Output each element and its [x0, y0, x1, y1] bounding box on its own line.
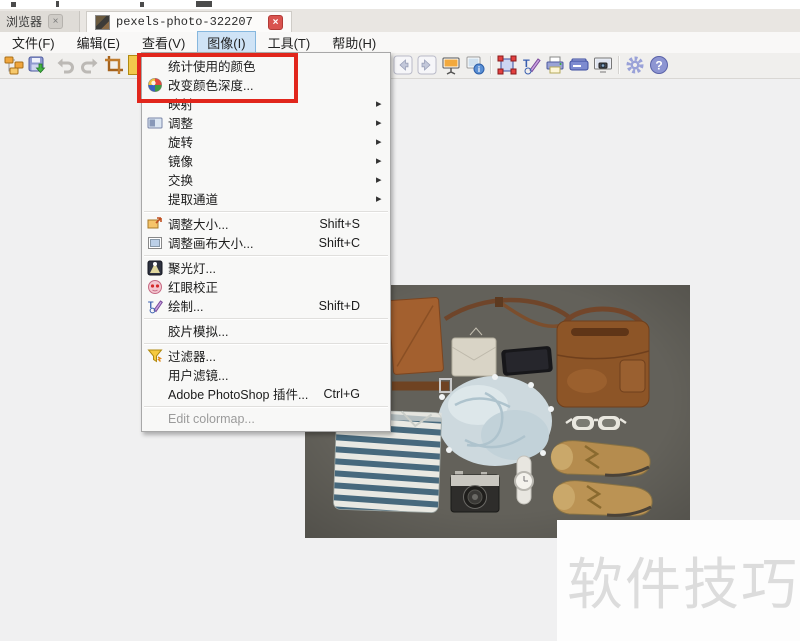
menu-item-adjust[interactable]: 调整 ▸ [142, 113, 390, 132]
menu-item-user-filter[interactable]: 用户滤镜... [142, 365, 390, 384]
close-tab-icon[interactable]: × [48, 14, 63, 29]
submenu-arrow-icon: ▸ [376, 135, 390, 148]
watermark-text: 软件技巧 [567, 540, 799, 621]
menu-item-label: 过滤器... [168, 346, 216, 365]
menu-item-label: 红眼校正 [168, 277, 218, 296]
toolbar-separator [490, 56, 491, 74]
menu-item-paint[interactable]: T绘制... Shift+D [142, 296, 390, 315]
back-icon[interactable] [393, 55, 413, 75]
menu-item-label: 镜像 [168, 151, 193, 170]
menu-item-shortcut: Shift+S [319, 217, 376, 231]
slideshow-icon[interactable] [441, 55, 461, 75]
info-icon[interactable]: i [465, 55, 485, 75]
scanner-icon[interactable] [569, 55, 589, 75]
menu-item-label: 聚光灯... [168, 258, 216, 277]
titlebar-fragment [56, 1, 59, 7]
image-thumbnail-icon [95, 15, 110, 30]
submenu-arrow-icon: ▸ [376, 192, 390, 205]
menu-item-photoshop-plugin[interactable]: Adobe PhotoShop 插件... Ctrl+G [142, 384, 390, 403]
menu-item-canvas-resize[interactable]: 调整画布大小... Shift+C [142, 233, 390, 252]
tab-label: pexels-photo-322207 ... [116, 15, 262, 29]
wrist-watch [515, 456, 533, 504]
help-icon[interactable]: ? [649, 55, 669, 75]
menu-item-label: 调整 [168, 113, 193, 132]
submenu-arrow-icon: ▸ [376, 173, 390, 186]
menu-item-label: 绘制... [168, 296, 203, 315]
redeye-icon [142, 279, 168, 295]
fit-image-icon[interactable] [497, 55, 517, 75]
settings-icon[interactable] [625, 55, 645, 75]
submenu-arrow-icon: ▸ [376, 97, 390, 110]
menubar-item-file[interactable]: 文件(F) [2, 31, 65, 54]
draw-icon[interactable]: T [521, 55, 541, 75]
toolbar: i T? [0, 53, 800, 79]
leather-folder [389, 297, 444, 374]
print-icon[interactable] [545, 55, 565, 75]
undo-icon[interactable] [56, 55, 76, 75]
close-tab-icon[interactable]: × [268, 15, 283, 30]
menu-item-label: 调整画布大小... [168, 233, 253, 252]
menubar-item-edit[interactable]: 编辑(E) [67, 31, 130, 54]
menu-item-resize[interactable]: 调整大小... Shift+S [142, 214, 390, 233]
app-window: 浏览器 × pexels-photo-322207 ... × 文件(F)编辑(… [0, 0, 800, 641]
window-titlebar [0, 0, 800, 9]
highlight-box [137, 53, 298, 103]
menu-item-swap[interactable]: 交换 ▸ [142, 170, 390, 189]
toolbar-separator [618, 56, 619, 74]
vintage-camera [451, 471, 499, 512]
spotlight-icon [142, 260, 168, 276]
menu-item-spotlight[interactable]: 聚光灯... [142, 258, 390, 277]
menu-item-label: Adobe PhotoShop 插件... [168, 384, 308, 403]
menu-item-shortcut: Ctrl+G [324, 387, 376, 401]
svg-text:?: ? [655, 59, 662, 73]
menubar-item-image[interactable]: 图像(I) [197, 31, 255, 54]
tab-browser[interactable]: 浏览器 × [0, 11, 80, 32]
titlebar-fragment [140, 2, 144, 7]
capture-icon[interactable] [593, 55, 613, 75]
titlebar-fragment [11, 2, 16, 7]
browse-icon[interactable] [4, 55, 24, 75]
redo-icon[interactable] [79, 55, 99, 75]
watermark-box: 软件技巧 [557, 520, 800, 641]
menu-item-rotate[interactable]: 旋转 ▸ [142, 132, 390, 151]
submenu-arrow-icon: ▸ [376, 116, 390, 129]
canvas-icon [142, 235, 168, 251]
menu-item-filter[interactable]: 过滤器... [142, 346, 390, 365]
adjust-icon [142, 115, 168, 131]
filter-icon [142, 348, 168, 364]
menu-item-label: 胶片模拟... [168, 321, 228, 340]
tab-image-file[interactable]: pexels-photo-322207 ... × [86, 11, 292, 32]
menu-item-label: 旋转 [168, 132, 193, 151]
menu-item-label: Edit colormap... [168, 412, 255, 426]
save-icon[interactable] [27, 55, 47, 75]
svg-text:i: i [478, 65, 480, 74]
menu-item-extract-channel[interactable]: 提取通道 ▸ [142, 189, 390, 208]
menu-item-label: 提取通道 [168, 189, 218, 208]
smartphone [501, 346, 553, 376]
menu-bar: 文件(F)编辑(E)查看(V)图像(I)工具(T)帮助(H) [0, 32, 800, 53]
image-menu-dropdown: 统计使用的颜色改变颜色深度...映射▸调整▸旋转▸镜像▸交换▸提取通道▸调整大小… [141, 52, 391, 432]
menubar-item-view[interactable]: 查看(V) [132, 31, 195, 54]
menubar-item-help[interactable]: 帮助(H) [322, 31, 386, 54]
menu-item-shortcut: Shift+C [319, 236, 376, 250]
menu-item-film-simulation[interactable]: 胶片模拟... [142, 321, 390, 340]
menu-item-shortcut: Shift+D [319, 299, 376, 313]
menu-item-label: 用户滤镜... [168, 365, 228, 384]
tab-bar: 浏览器 × pexels-photo-322207 ... × [0, 9, 800, 33]
crop-icon[interactable] [104, 55, 124, 75]
menu-item-mirror[interactable]: 镜像 ▸ [142, 151, 390, 170]
menu-item-red-eye-correction[interactable]: 红眼校正 [142, 277, 390, 296]
leather-bag [557, 309, 649, 407]
forward-icon[interactable] [417, 55, 437, 75]
submenu-arrow-icon: ▸ [376, 154, 390, 167]
menubar-item-tools[interactable]: 工具(T) [258, 31, 321, 54]
titlebar-fragment [196, 1, 212, 7]
canvas-area: 软件技巧 [0, 79, 800, 641]
menu-item-label: 调整大小... [168, 214, 228, 233]
menu-item-label: 交换 [168, 170, 193, 189]
draw-tool-icon: T [142, 298, 168, 314]
menu-item-edit-colormap: Edit colormap... [142, 409, 390, 428]
tab-label: 浏览器 [6, 13, 42, 30]
resize-icon [142, 216, 168, 232]
